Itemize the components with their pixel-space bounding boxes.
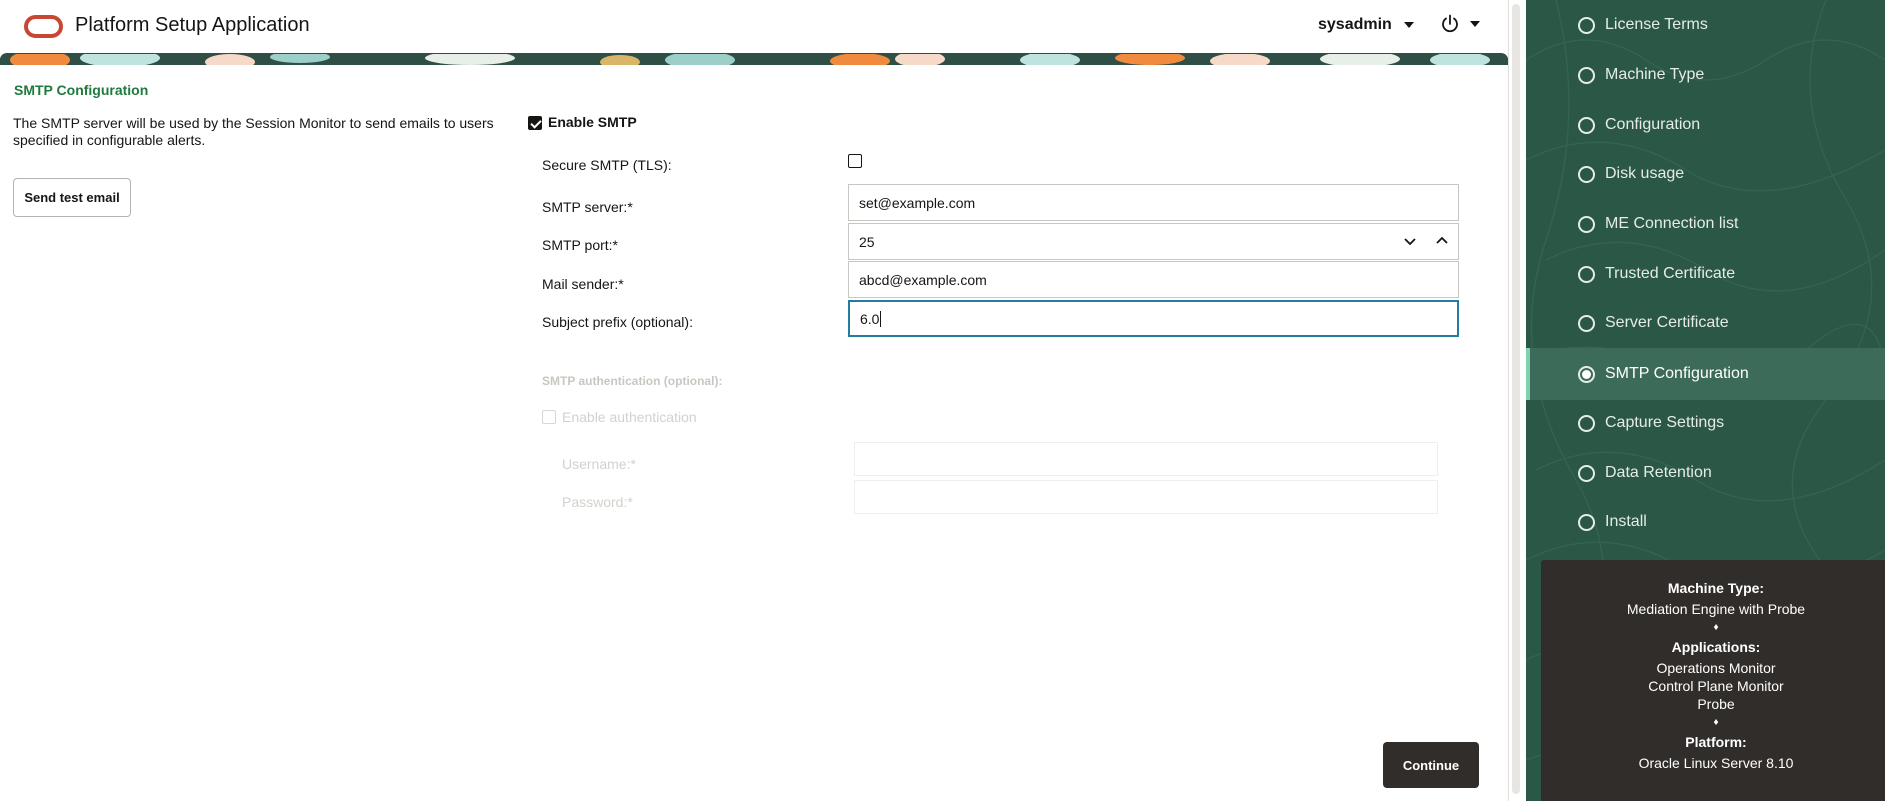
section-description: The SMTP server will be used by the Sess… xyxy=(13,115,494,148)
platform-header: Platform: xyxy=(1685,734,1747,750)
text-cursor xyxy=(880,310,882,327)
nav-item-label: Data Retention xyxy=(1605,464,1712,481)
application-item: Probe xyxy=(1697,696,1735,712)
decorative-banner xyxy=(0,53,1508,65)
nav-item-disk-usage[interactable]: Disk usage xyxy=(1526,151,1885,197)
separator-icon: ♦ xyxy=(1713,717,1719,728)
nav-item-license-terms[interactable]: License Terms xyxy=(1526,2,1885,48)
subject-prefix-field[interactable]: 6.0 xyxy=(848,300,1459,337)
username-label: Username:* xyxy=(562,456,636,472)
radio-icon xyxy=(1578,265,1595,283)
continue-button[interactable]: Continue xyxy=(1383,742,1479,788)
smtp-server-field[interactable]: set@example.com xyxy=(848,184,1459,221)
username-field[interactable] xyxy=(854,442,1438,476)
application-item: Control Plane Monitor xyxy=(1648,678,1784,694)
chevron-down-icon[interactable] xyxy=(1402,233,1418,249)
radio-icon xyxy=(1578,215,1595,233)
nav-item-label: License Terms xyxy=(1605,16,1708,33)
nav-item-label: Trusted Certificate xyxy=(1605,265,1736,282)
oracle-logo-icon xyxy=(24,15,63,38)
summary-panel: Machine Type: Mediation Engine with Prob… xyxy=(1541,560,1885,801)
radio-icon xyxy=(1578,16,1595,34)
mail-sender-value: abcd@example.com xyxy=(859,271,987,288)
smtp-port-select[interactable]: 25 xyxy=(848,223,1459,260)
radio-icon xyxy=(1578,116,1595,134)
smtp-port-label: SMTP port:* xyxy=(542,237,618,253)
radio-icon xyxy=(1578,414,1595,432)
mail-sender-field[interactable]: abcd@example.com xyxy=(848,261,1459,298)
nav-item-me-connection-list[interactable]: ME Connection list xyxy=(1526,201,1885,247)
user-menu[interactable]: sysadmin xyxy=(1318,16,1414,34)
nav-item-machine-type[interactable]: Machine Type xyxy=(1526,52,1885,98)
app-header: Platform Setup Application sysadmin xyxy=(0,0,1508,53)
smtp-port-value: 25 xyxy=(859,233,875,250)
app-title: Platform Setup Application xyxy=(75,14,310,36)
radio-icon xyxy=(1578,365,1595,383)
user-name: sysadmin xyxy=(1318,16,1392,33)
enable-smtp-checkbox[interactable] xyxy=(528,116,542,130)
secure-smtp-label: Secure SMTP (TLS): xyxy=(542,157,672,173)
smtp-auth-header: SMTP authentication (optional): xyxy=(542,374,723,388)
scrollbar-thumb[interactable] xyxy=(1512,4,1520,794)
application-item: Operations Monitor xyxy=(1656,660,1776,676)
nav-item-trusted-certificate[interactable]: Trusted Certificate xyxy=(1526,251,1885,297)
nav-item-configuration[interactable]: Configuration xyxy=(1526,102,1885,148)
separator-icon: ♦ xyxy=(1713,622,1719,633)
nav-item-smtp-configuration[interactable]: SMTP Configuration xyxy=(1526,348,1885,400)
machine-type-header: Machine Type: xyxy=(1667,580,1765,596)
nav-item-label: Server Certificate xyxy=(1605,314,1729,331)
smtp-server-value: set@example.com xyxy=(859,194,976,211)
nav-item-capture-settings[interactable]: Capture Settings xyxy=(1526,400,1885,446)
nav-item-install[interactable]: Install xyxy=(1526,499,1885,545)
caret-down-icon xyxy=(1403,22,1414,28)
power-menu[interactable] xyxy=(1440,14,1480,34)
nav-item-server-certificate[interactable]: Server Certificate xyxy=(1526,300,1885,346)
radio-icon xyxy=(1578,314,1595,332)
enable-smtp-label: Enable SMTP xyxy=(548,114,637,130)
enable-auth-checkbox[interactable] xyxy=(542,410,556,424)
nav-item-label: Capture Settings xyxy=(1605,414,1725,431)
machine-type-value: Mediation Engine with Probe xyxy=(1626,601,1806,617)
caret-down-icon xyxy=(1470,21,1480,27)
radio-icon xyxy=(1578,165,1595,183)
mail-sender-label: Mail sender:* xyxy=(542,276,624,292)
radio-icon xyxy=(1578,464,1595,482)
nav-item-label: ME Connection list xyxy=(1605,215,1739,232)
secure-smtp-checkbox[interactable] xyxy=(848,154,862,168)
smtp-server-label: SMTP server:* xyxy=(542,199,633,215)
nav-item-label: Disk usage xyxy=(1605,165,1685,182)
nav-item-data-retention[interactable]: Data Retention xyxy=(1526,450,1885,496)
password-label: Password:* xyxy=(562,494,633,510)
nav-item-label: SMTP Configuration xyxy=(1605,365,1749,382)
applications-header: Applications: xyxy=(1671,639,1761,655)
subject-prefix-label: Subject prefix (optional): xyxy=(542,314,693,330)
power-icon xyxy=(1442,14,1458,33)
nav-item-label: Machine Type xyxy=(1605,66,1705,83)
wizard-steps-nav: License Terms Machine Type Configuration… xyxy=(1526,0,1885,801)
nav-item-label: Configuration xyxy=(1605,116,1701,133)
radio-icon xyxy=(1578,513,1595,531)
platform-value: Oracle Linux Server 8.10 xyxy=(1638,755,1794,771)
subject-prefix-value: 6.0 xyxy=(860,310,880,327)
section-title: SMTP Configuration xyxy=(14,82,149,98)
enable-auth-label: Enable authentication xyxy=(562,409,697,425)
chevron-up-icon[interactable] xyxy=(1434,233,1450,249)
send-test-email-button[interactable]: Send test email xyxy=(13,178,131,217)
password-field[interactable] xyxy=(854,480,1438,514)
nav-item-label: Install xyxy=(1605,513,1647,530)
radio-icon xyxy=(1578,66,1595,84)
